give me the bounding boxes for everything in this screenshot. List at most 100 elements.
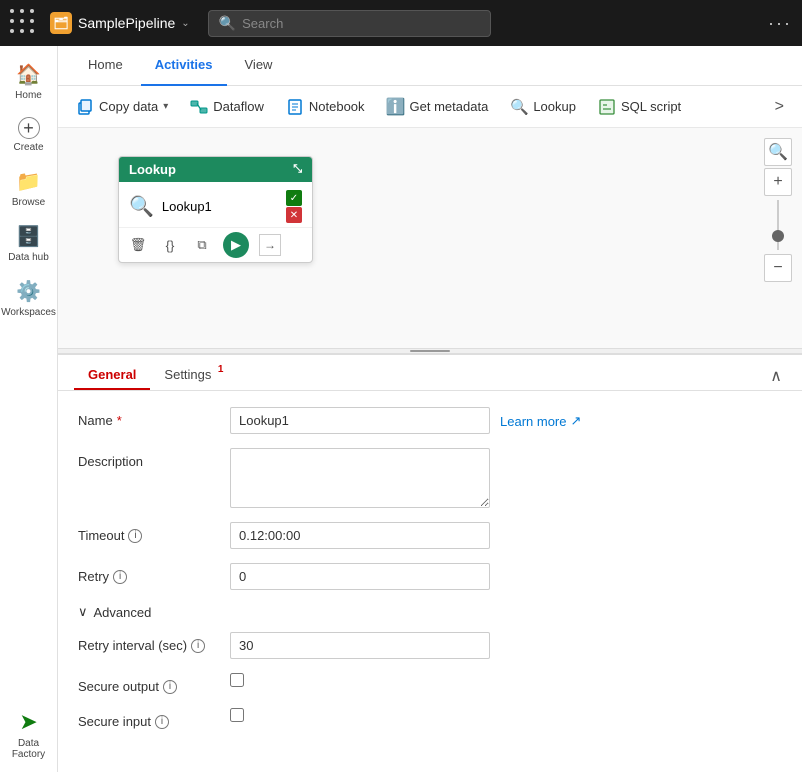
tab-activities[interactable]: Activities: [141, 46, 227, 86]
sql-script-icon: [598, 98, 616, 116]
more-options-icon[interactable]: ···: [768, 13, 792, 34]
datafactory-icon: ➤: [19, 709, 37, 735]
secure-input-info-icon[interactable]: i: [155, 715, 169, 729]
more-toolbar-button[interactable]: >: [765, 93, 794, 121]
name-input[interactable]: [230, 407, 490, 434]
sidebar-item-workspaces[interactable]: ⚙️ Workspaces: [0, 271, 57, 326]
name-control-area: Learn more ↗: [230, 407, 782, 434]
learn-more-link[interactable]: Learn more ↗: [500, 407, 581, 429]
datahub-icon: 🗄️: [16, 224, 41, 249]
secure-input-field-row: Secure input i: [78, 708, 782, 729]
timeout-label: Timeout i: [78, 522, 218, 543]
sidebar-item-create[interactable]: + Create: [0, 109, 57, 161]
lookup-node[interactable]: Lookup ⤡ 🔍 Lookup1 ✓ ✕ 🗑 {} ⧉ ▶ →: [118, 156, 313, 263]
search-box[interactable]: 🔍: [208, 10, 491, 37]
search-input[interactable]: [242, 16, 480, 31]
retry-label: Retry i: [78, 563, 218, 584]
search-canvas-button[interactable]: 🔍: [764, 138, 792, 166]
tab-view[interactable]: View: [231, 46, 287, 86]
sidebar-item-browse[interactable]: 📁 Browse: [0, 161, 57, 216]
divider-line: [410, 350, 450, 352]
search-icon: 🔍: [219, 15, 236, 32]
external-link-icon: ↗: [570, 413, 581, 429]
advanced-section: ∨ Advanced Retry interval (sec) i: [78, 604, 782, 729]
lookup-status-icons: ✓ ✕: [286, 190, 302, 223]
secure-input-checkbox[interactable]: [230, 708, 244, 722]
settings-badge: 1: [218, 364, 224, 375]
dataflow-button[interactable]: Dataflow: [180, 93, 274, 121]
chevron-down-advanced-icon: ∨: [78, 604, 88, 620]
toolbar: Copy data ▾ Dataflow Notebook ℹ️ Get met…: [58, 86, 802, 128]
retry-interval-control-area: [230, 632, 782, 659]
sidebar-item-home[interactable]: 🏠 Home: [0, 54, 57, 109]
main-layout: 🏠 Home + Create 📁 Browse 🗄️ Data hub ⚙️ …: [0, 46, 802, 772]
pipeline-name: 🗂 SamplePipeline ⌄: [50, 12, 190, 34]
chevron-down-icon[interactable]: ⌄: [181, 18, 189, 29]
name-label: Name *: [78, 407, 218, 428]
tab-home[interactable]: Home: [74, 46, 137, 86]
secure-output-checkbox[interactable]: [230, 673, 244, 687]
bottom-panel: General Settings 1 ∧ Name *: [58, 354, 802, 772]
top-bar: 🗂 SamplePipeline ⌄ 🔍 ···: [0, 0, 802, 46]
retry-info-icon[interactable]: i: [113, 570, 127, 584]
dataflow-icon: [190, 98, 208, 116]
description-label: Description: [78, 448, 218, 469]
description-textarea[interactable]: [230, 448, 490, 508]
secure-output-info-icon[interactable]: i: [163, 680, 177, 694]
timeout-info-icon[interactable]: i: [128, 529, 142, 543]
retry-interval-field-row: Retry interval (sec) i: [78, 632, 782, 659]
timeout-input[interactable]: [230, 522, 490, 549]
canvas-area[interactable]: Lookup ⤡ 🔍 Lookup1 ✓ ✕ 🗑 {} ⧉ ▶ →: [58, 128, 802, 348]
retry-field-row: Retry i: [78, 563, 782, 590]
zoom-slider-track[interactable]: [777, 200, 779, 250]
lookup-node-body: 🔍 Lookup1 ✓ ✕: [119, 182, 312, 227]
retry-input[interactable]: [230, 563, 490, 590]
description-control-area: [230, 448, 782, 508]
retry-interval-input[interactable]: [230, 632, 490, 659]
timeout-field-row: Timeout i: [78, 522, 782, 549]
create-icon: +: [18, 117, 40, 139]
secure-input-label: Secure input i: [78, 708, 218, 729]
retry-interval-info-icon[interactable]: i: [191, 639, 205, 653]
zoom-slider-handle[interactable]: [772, 230, 784, 242]
node-next-button[interactable]: →: [259, 234, 281, 256]
collapse-panel-button[interactable]: ∧: [766, 362, 786, 390]
timeout-control-area: [230, 522, 782, 549]
app-grid-icon[interactable]: [10, 9, 38, 37]
secure-output-control-area: [230, 673, 782, 687]
content-area: Home Activities View Copy data ▾ Dataflo…: [58, 46, 802, 772]
tab-settings[interactable]: Settings 1: [150, 361, 225, 390]
bottom-panel-tabs: General Settings 1 ∧: [58, 355, 802, 391]
lookup-body-icon: 🔍: [129, 194, 154, 219]
status-fail-icon: ✕: [286, 207, 302, 223]
zoom-in-button[interactable]: +: [764, 168, 792, 196]
sql-script-button[interactable]: SQL script: [588, 93, 691, 121]
clone-node-button[interactable]: ⧉: [191, 234, 213, 256]
get-metadata-icon: ℹ️: [387, 98, 405, 116]
name-field-row: Name * Learn more ↗: [78, 407, 782, 434]
code-node-button[interactable]: {}: [159, 234, 181, 256]
secure-output-field-row: Secure output i: [78, 673, 782, 694]
get-metadata-button[interactable]: ℹ️ Get metadata: [377, 93, 499, 121]
required-indicator: *: [117, 413, 122, 428]
tab-bar: Home Activities View: [58, 46, 802, 86]
node-resize-icon[interactable]: ⤡: [293, 163, 302, 176]
advanced-toggle[interactable]: ∨ Advanced: [78, 604, 782, 620]
retry-interval-label: Retry interval (sec) i: [78, 632, 218, 653]
notebook-button[interactable]: Notebook: [276, 93, 375, 121]
sidebar-item-datahub[interactable]: 🗄️ Data hub: [0, 216, 57, 271]
workspaces-icon: ⚙️: [16, 279, 41, 304]
sidebar-item-datafactory[interactable]: ➤ Data Factory: [0, 701, 57, 772]
delete-node-button[interactable]: 🗑: [127, 234, 149, 256]
dropdown-icon: ▾: [163, 101, 168, 112]
secure-output-label: Secure output i: [78, 673, 218, 694]
retry-control-area: [230, 563, 782, 590]
sidebar: 🏠 Home + Create 📁 Browse 🗄️ Data hub ⚙️ …: [0, 46, 58, 772]
zoom-out-button[interactable]: −: [764, 254, 792, 282]
lookup-button[interactable]: 🔍 Lookup: [500, 93, 586, 121]
pipeline-icon: 🗂: [50, 12, 72, 34]
tab-general[interactable]: General: [74, 361, 150, 390]
copy-data-button[interactable]: Copy data ▾: [66, 93, 178, 121]
description-field-row: Description: [78, 448, 782, 508]
node-success-button[interactable]: ▶: [223, 232, 249, 258]
